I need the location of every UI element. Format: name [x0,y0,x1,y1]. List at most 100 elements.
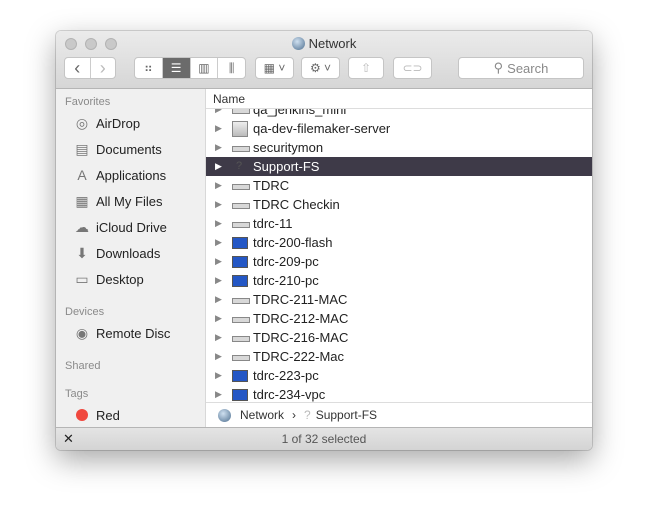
list-item[interactable]: ▶ TDRC-216-MAC [206,328,592,347]
sidebar-item-applications[interactable]: A Applications [74,167,166,183]
disclosure-triangle-icon[interactable]: ▶ [215,313,223,324]
arrange-button[interactable]: ▦ ˅ [255,57,294,79]
list-item[interactable]: ▶ TDRC-212-MAC [206,309,592,328]
tag-icon: ⊂⊃ [402,61,423,75]
sidebar-item-label: AirDrop [96,115,141,131]
sidebar-item-all-my-files[interactable]: ▦ All My Files [74,193,162,209]
sidebar-item-label: Applications [96,167,167,183]
disclosure-triangle-icon[interactable]: ▶ [215,237,223,248]
list-item[interactable]: ▶ tdrc-209-pc [206,252,592,271]
sidebar: Favorites ◎ AirDrop ▤ Documents A Applicati… [56,89,206,427]
sidebar-item-label: Red [96,407,120,423]
search-input[interactable]: ⚲ Search [458,57,584,79]
downloads-icon: ⬇ [76,245,88,261]
disclosure-triangle-icon[interactable]: ▶ [215,142,223,153]
item-name: tdrc-223-pc [253,368,319,383]
sidebar-item-airdrop[interactable]: ◎ AirDrop [74,115,140,131]
status-text: 1 of 32 selected [281,432,367,446]
list-item[interactable]: ▶ TDRC-211-MAC [206,290,592,309]
list-item[interactable]: ▶ Support-FS [206,157,592,176]
item-name: tdrc-234-vpc [253,387,326,402]
path-bar: Network › ? Support-FS [206,402,592,427]
applications-icon: A [77,167,87,183]
item-name: TDRC-222-Mac [253,349,345,364]
disclosure-triangle-icon[interactable]: ▶ [215,123,223,134]
monitor-icon [232,369,248,382]
sidebar-item-tag-red[interactable]: Red [74,407,120,423]
server-icon [232,179,250,193]
column-view-button[interactable]: ▥ [191,58,219,78]
disclosure-triangle-icon[interactable]: ▶ [215,294,223,305]
disclosure-triangle-icon[interactable]: ▶ [215,199,223,210]
gear-icon: ⚙ ˅ [309,61,332,75]
server-icon [232,312,250,326]
sidebar-item-remote-disc[interactable]: ◉ Remote Disc [74,325,171,341]
red-tag-dot-icon [74,407,90,423]
list-item[interactable]: ▶ tdrc-210-pc [206,271,592,290]
list-item[interactable]: ▶ qa_jenkins_mini [206,109,592,119]
favorites-header: Favorites [65,96,111,108]
list-item[interactable]: ▶ tdrc-223-pc [206,366,592,385]
search-icon: ⚲ [493,60,504,75]
icon-view-button[interactable]: ⠶ [135,58,163,78]
item-name: Support-FS [253,159,320,174]
share-icon: ⇧ [360,61,372,75]
disclosure-triangle-icon[interactable]: ▶ [215,161,223,172]
list-item[interactable]: ▶ TDRC Checkin [206,195,592,214]
back-button[interactable]: ‹ [65,58,91,78]
monitor-icon [232,255,248,268]
column-header-name[interactable]: Name [206,89,592,109]
devices-header: Devices [65,306,105,318]
action-button[interactable]: ⚙ ˅ [301,57,340,79]
sidebar-item-downloads[interactable]: ⬇ Downloads [74,245,160,261]
disc-icon: ◉ [75,325,89,341]
list-item[interactable]: ▶ TDRC [206,176,592,195]
status-bar: ✕ 1 of 32 selected [56,427,592,450]
item-name: TDRC Checkin [253,197,340,212]
path-item-support-fs[interactable]: Support-FS [316,408,377,422]
disclosure-triangle-icon[interactable]: ▶ [215,389,223,400]
file-rows: ▶ qa_jenkins_mini ▶ qa-dev-filemaker-server… [206,109,592,402]
disclosure-triangle-icon[interactable]: ▶ [215,180,223,191]
item-name: TDRC-212-MAC [253,311,349,326]
disclosure-triangle-icon[interactable]: ▶ [215,332,223,343]
server-icon [232,141,250,155]
sidebar-item-documents[interactable]: ▤ Documents [74,141,162,157]
list-item[interactable]: ▶ securitymon [206,138,592,157]
sidebar-item-icloud-drive[interactable]: ☁ iCloud Drive [74,219,167,235]
path-item-network[interactable]: Network [240,408,284,422]
box-icon [232,120,248,137]
list-item[interactable]: ▶ TDRC-222-Mac [206,347,592,366]
disclosure-triangle-icon[interactable]: ▶ [215,275,223,286]
sidebar-item-label: Downloads [96,245,161,261]
path-separator: › [292,408,297,422]
list-item[interactable]: ▶ tdrc-234-vpc [206,385,592,402]
disclosure-triangle-icon[interactable]: ▶ [215,256,223,267]
network-globe-icon [218,408,231,422]
question-icon: ? [304,408,311,422]
disclosure-triangle-icon[interactable]: ▶ [215,370,223,381]
close-x-icon[interactable]: ✕ [63,428,74,450]
coverflow-view-button[interactable]: ⫼ [218,58,245,78]
sidebar-item-desktop[interactable]: ▭ Desktop [74,271,144,287]
sidebar-item-label: Documents [96,141,162,157]
item-name: tdrc-209-pc [253,254,319,269]
list-item[interactable]: ▶ tdrc-200-flash [206,233,592,252]
window-title: Network [56,36,592,51]
tags-header: Tags [65,388,89,400]
sidebar-item-label: Desktop [96,271,144,287]
network-globe-icon [291,37,305,50]
monitor-icon [232,236,248,249]
disclosure-triangle-icon[interactable]: ▶ [215,109,223,115]
monitor-icon [232,388,248,401]
share-button[interactable]: ⇧ [348,57,384,79]
tags-button[interactable]: ⊂⊃ [393,57,432,79]
list-item[interactable]: ▶ qa-dev-filemaker-server [206,119,592,138]
sidebar-item-label: iCloud Drive [96,219,167,235]
disclosure-triangle-icon[interactable]: ▶ [215,351,223,362]
list-item[interactable]: ▶ tdrc-11 [206,214,592,233]
disclosure-triangle-icon[interactable]: ▶ [215,218,223,229]
window-title-text: Network [308,36,357,51]
list-view-button[interactable]: ☰ [162,58,191,78]
forward-button[interactable]: › [91,58,116,78]
